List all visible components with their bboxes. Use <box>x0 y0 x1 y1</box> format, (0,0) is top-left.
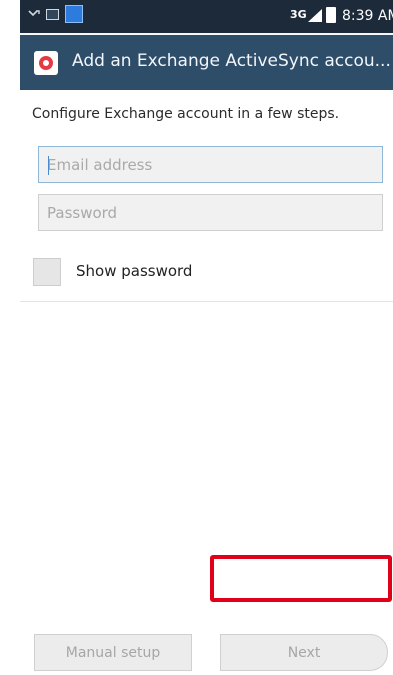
image-icon <box>46 9 59 20</box>
status-time: 8:39 AM <box>342 8 393 24</box>
signal-icon <box>308 9 322 22</box>
account-setup-form: Configure Exchange account in a few step… <box>20 90 393 675</box>
phone-screen: 3G 8:39 AM Add an Exchange ActiveSync ac… <box>20 0 393 675</box>
email-notification-icon <box>65 5 83 23</box>
show-password-row[interactable]: Show password <box>20 250 393 302</box>
text-cursor <box>48 156 49 175</box>
password-field[interactable] <box>38 194 383 231</box>
instruction-text: Configure Exchange account in a few step… <box>32 106 340 122</box>
missed-call-icon <box>28 10 40 17</box>
password-input[interactable] <box>39 195 382 230</box>
next-button[interactable]: Next <box>220 634 388 671</box>
manual-setup-button[interactable]: Manual setup <box>34 634 192 671</box>
exchange-activesync-icon <box>34 51 58 75</box>
title-bar: Add an Exchange ActiveSync accou... <box>20 35 393 90</box>
status-bar: 3G 8:39 AM <box>20 0 393 33</box>
bottom-button-bar: Manual setup Next <box>20 615 393 675</box>
email-input[interactable] <box>39 147 382 182</box>
battery-icon <box>326 7 336 23</box>
show-password-checkbox[interactable] <box>33 258 61 286</box>
show-password-label: Show password <box>76 262 193 280</box>
page-title: Add an Exchange ActiveSync accou... <box>72 51 390 71</box>
email-field[interactable] <box>38 146 383 183</box>
3g-icon: 3G <box>290 8 307 21</box>
